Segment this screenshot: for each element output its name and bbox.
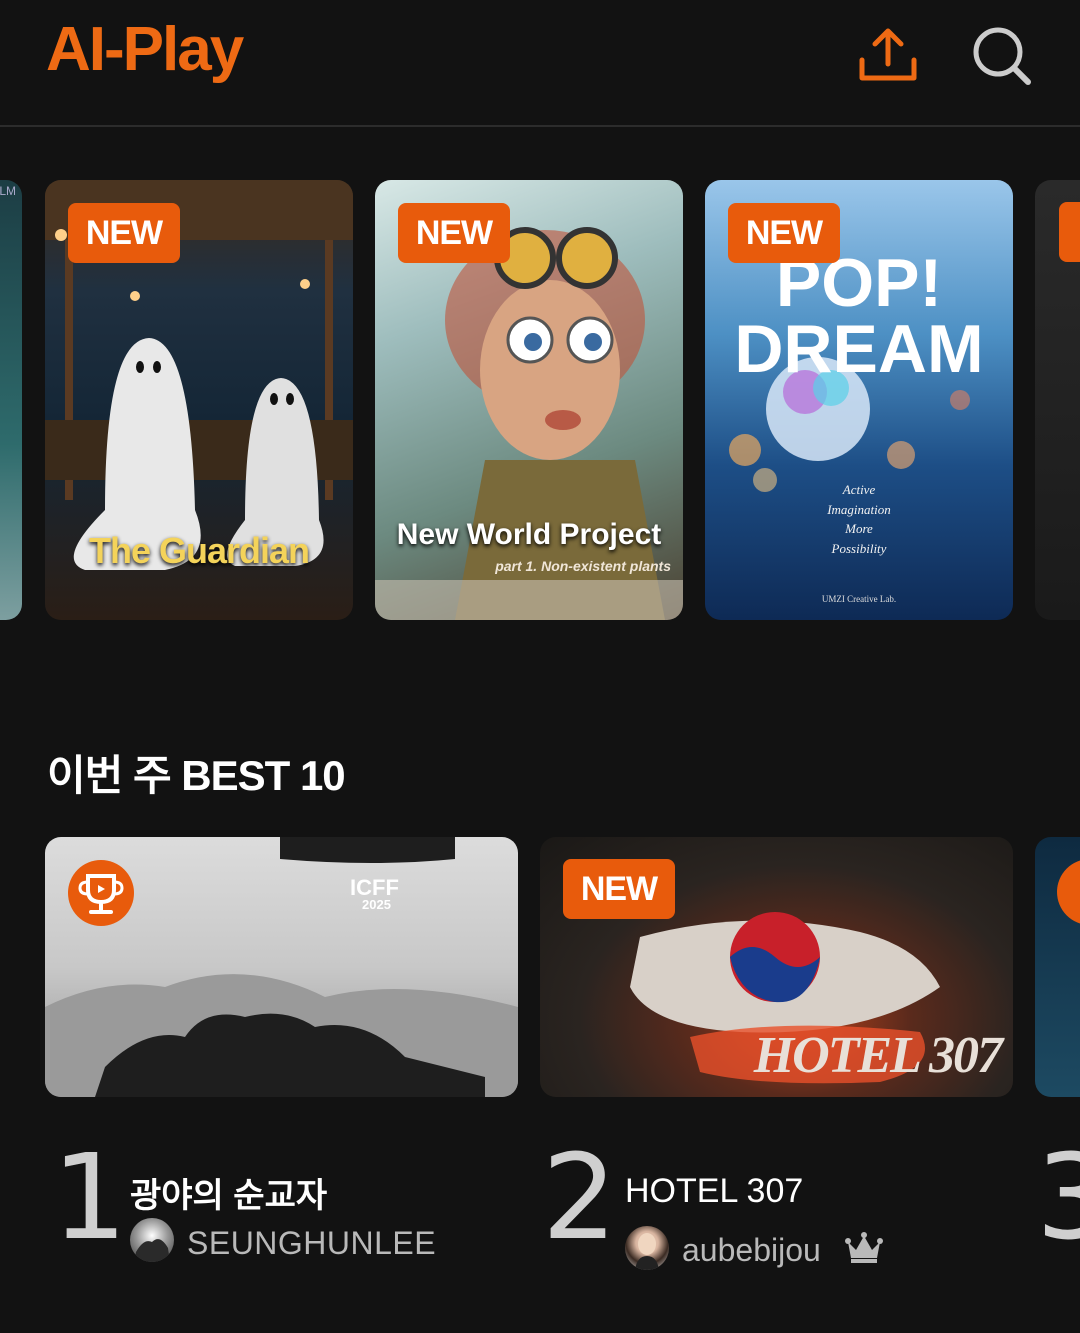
rank-title[interactable]: 광야의 순교자 [130, 1168, 327, 1217]
author-name[interactable]: aubebijou [682, 1232, 821, 1269]
upload-icon[interactable] [856, 24, 920, 88]
rank-number: 1 [52, 1128, 128, 1266]
best-10-carousel[interactable]: ICFF 2025 NEW HOTEL 307 [0, 837, 1080, 1097]
best-card-1[interactable]: ICFF 2025 [45, 837, 518, 1097]
card-credit: UMZI Creative Lab. [821, 594, 897, 604]
trophy-icon [1057, 859, 1080, 925]
new-badge: NEW [563, 859, 675, 919]
top-app-bar: AI-Play [0, 0, 1080, 127]
card-title: The Guardian [88, 530, 310, 571]
app-logo[interactable]: AI-Play [46, 14, 244, 85]
rank-number: 3 [1036, 1128, 1080, 1266]
card-subtitle: Active Imagination More Possibility [827, 482, 891, 556]
carousel-card-new-world-project[interactable]: NEW New World Project part 1. Non-existe… [375, 180, 683, 620]
avatar[interactable] [130, 1218, 174, 1262]
section-title: 이번 주 BEST 10 [47, 752, 346, 799]
author-name[interactable]: SEUNGHUNLEE [187, 1225, 436, 1262]
crown-icon [844, 1232, 884, 1264]
new-releases-carousel[interactable]: LM NEW The Guardian NEW New World Projec… [0, 180, 1080, 620]
new-badge [1059, 202, 1080, 262]
new-badge: NEW [728, 203, 840, 263]
card-title: New World Project [396, 518, 662, 551]
art-year: 2025 [362, 897, 391, 912]
carousel-card-the-guardian[interactable]: NEW The Guardian [45, 180, 353, 620]
pop-title-line2: DREAM [734, 311, 984, 387]
rank-number: 2 [542, 1128, 618, 1266]
card-subtitle: part 1. Non-existent plants [495, 558, 671, 574]
carousel-card-peek-right[interactable] [1035, 180, 1080, 620]
rank-title[interactable]: HOTEL 307 [625, 1172, 803, 1211]
best-card-2[interactable]: NEW HOTEL 307 [540, 837, 1013, 1097]
trophy-icon [68, 860, 134, 926]
peek-text: LM [0, 184, 16, 198]
carousel-card-pop-dream[interactable]: POP! DREAM NEW Active Imagination More P… [705, 180, 1013, 620]
search-icon[interactable] [970, 24, 1034, 88]
new-badge: NEW [398, 203, 510, 263]
art-label: HOTEL 307 [753, 1027, 1003, 1084]
avatar[interactable] [625, 1226, 669, 1270]
best-card-3-peek[interactable] [1035, 837, 1080, 1097]
carousel-card-peek-left[interactable]: LM [0, 180, 22, 620]
new-badge: NEW [68, 203, 180, 263]
